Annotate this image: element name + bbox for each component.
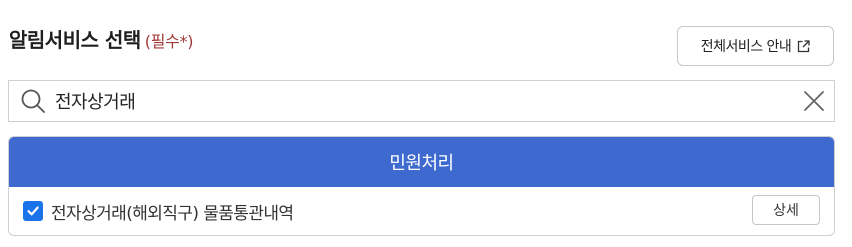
all-services-guide-label: 전체서비스 안내 — [700, 39, 792, 55]
all-services-guide-button[interactable]: 전체서비스 안내 — [677, 26, 834, 66]
category-header: 민원처리 — [9, 137, 834, 187]
results-panel: 민원처리 전자상거래(해외직구) 물품통관내역 상세 — [8, 136, 835, 236]
detail-button[interactable]: 상세 — [752, 195, 820, 225]
external-link-icon — [798, 39, 810, 52]
close-icon[interactable] — [802, 89, 826, 113]
section-heading: 알림서비스 선택 (필수*) — [9, 24, 194, 54]
search-box — [8, 80, 835, 122]
search-input[interactable] — [47, 82, 802, 120]
category-label: 민원처리 — [389, 153, 454, 174]
section-title: 알림서비스 선택 — [9, 28, 141, 52]
check-icon — [27, 206, 39, 216]
item-checkbox[interactable] — [23, 201, 43, 221]
required-marker: (필수*) — [144, 32, 194, 51]
search-icon — [21, 89, 45, 113]
list-item: 전자상거래(해외직구) 물품통관내역 상세 — [9, 187, 834, 235]
item-label: 전자상거래(해외직구) 물품통관내역 — [51, 203, 294, 224]
